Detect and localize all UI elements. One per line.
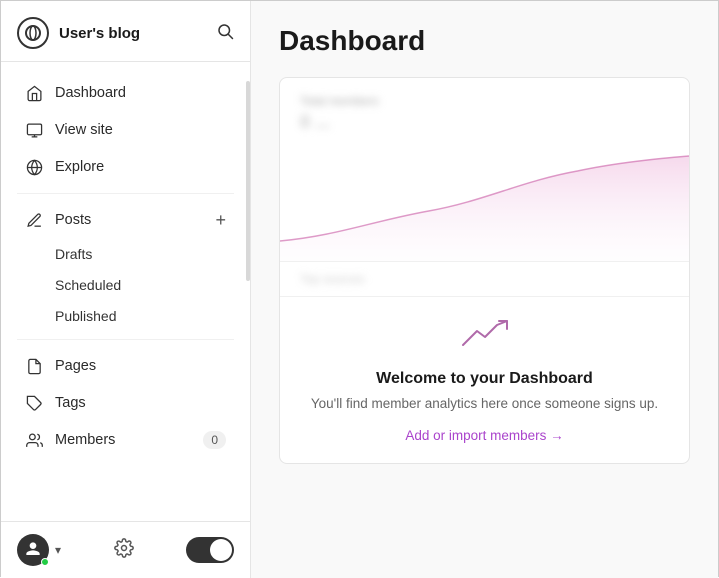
add-post-button[interactable]: + xyxy=(215,211,226,229)
card-stats-top: Total members 0 ... xyxy=(280,78,689,133)
sidebar-item-explore[interactable]: Explore xyxy=(9,149,242,185)
dashboard-icon xyxy=(25,84,43,102)
sidebar-item-dashboard[interactable]: Dashboard xyxy=(9,75,242,111)
welcome-subtitle: You'll find member analytics here once s… xyxy=(311,394,658,414)
pages-icon xyxy=(25,357,43,375)
chart-area xyxy=(280,141,689,261)
sidebar-nav: Dashboard View site Explor xyxy=(1,62,250,521)
tags-icon xyxy=(25,394,43,412)
theme-toggle[interactable] xyxy=(186,537,234,563)
members-icon xyxy=(25,431,43,449)
pages-label: Pages xyxy=(55,358,96,374)
welcome-section: Welcome to your Dashboard You'll find me… xyxy=(280,296,689,463)
scrollbar[interactable] xyxy=(246,81,250,281)
dashboard-card: Total members 0 ... Top sources xyxy=(279,77,690,464)
brand-name: User's blog xyxy=(59,25,140,42)
search-icon[interactable] xyxy=(216,22,234,45)
add-import-members-link[interactable]: Add or import members → xyxy=(405,428,563,443)
avatar xyxy=(17,534,49,566)
sidebar: User's blog Dashboard xyxy=(1,1,251,578)
posts-icon xyxy=(25,211,43,229)
total-members-label: Total members xyxy=(300,94,669,108)
main-content: Dashboard Total members 0 ... Top source… xyxy=(251,1,718,578)
page-title: Dashboard xyxy=(279,25,690,57)
sidebar-item-drafts[interactable]: Drafts xyxy=(9,239,242,269)
sidebar-item-published[interactable]: Published xyxy=(9,301,242,331)
view-site-label: View site xyxy=(55,122,113,138)
posts-header-left: Posts xyxy=(25,211,91,229)
dashboard-label: Dashboard xyxy=(55,85,126,101)
trending-up-icon xyxy=(461,317,509,358)
members-label: Members xyxy=(55,432,115,448)
nav-divider-2 xyxy=(17,339,234,340)
online-indicator xyxy=(41,558,49,566)
scheduled-label: Scheduled xyxy=(55,277,121,293)
explore-icon xyxy=(25,158,43,176)
sidebar-item-pages[interactable]: Pages xyxy=(9,348,242,384)
chevron-down-icon: ▾ xyxy=(55,543,61,557)
sidebar-brand[interactable]: User's blog xyxy=(17,17,140,49)
sidebar-item-members[interactable]: Members 0 xyxy=(9,422,242,458)
settings-icon[interactable] xyxy=(114,538,134,563)
top-sources-label: Top sources xyxy=(300,272,669,286)
brand-logo xyxy=(17,17,49,49)
members-badge: 0 xyxy=(203,431,226,449)
tags-label: Tags xyxy=(55,395,86,411)
nav-divider-1 xyxy=(17,193,234,194)
published-label: Published xyxy=(55,308,117,324)
sidebar-item-posts[interactable]: Posts + xyxy=(9,202,242,238)
card-footer: Top sources xyxy=(280,261,689,296)
view-site-icon xyxy=(25,121,43,139)
sidebar-item-view-site[interactable]: View site xyxy=(9,112,242,148)
sidebar-item-scheduled[interactable]: Scheduled xyxy=(9,270,242,300)
sidebar-item-tags[interactable]: Tags xyxy=(9,385,242,421)
explore-label: Explore xyxy=(55,159,104,175)
posts-label: Posts xyxy=(55,212,91,228)
drafts-label: Drafts xyxy=(55,246,92,262)
avatar-user-icon xyxy=(25,541,41,560)
user-avatar-area[interactable]: ▾ xyxy=(17,534,61,566)
toggle-knob xyxy=(210,539,232,561)
sidebar-header: User's blog xyxy=(1,1,250,62)
posts-section: Posts + Drafts Scheduled Published xyxy=(1,202,250,331)
total-members-value: 0 ... xyxy=(300,112,669,133)
sidebar-footer: ▾ xyxy=(1,521,250,578)
welcome-title: Welcome to your Dashboard xyxy=(376,370,593,388)
